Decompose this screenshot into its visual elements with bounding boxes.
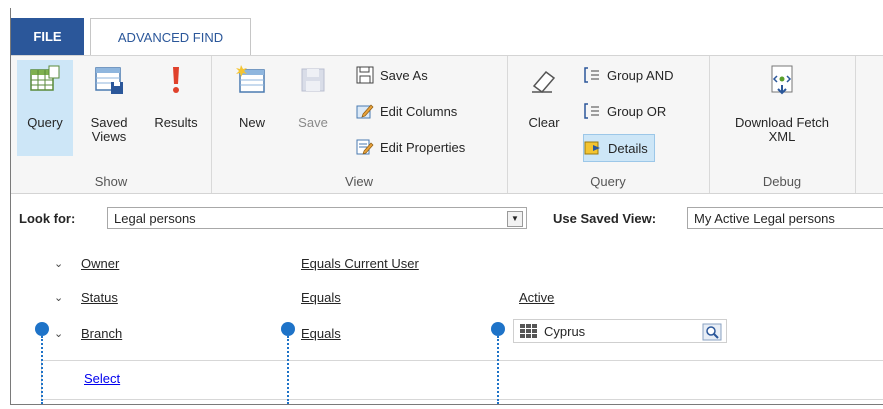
query-label: Query [27, 115, 63, 130]
download-fetch-xml-button[interactable]: Download Fetch XML [715, 60, 849, 156]
saved-views-button[interactable]: Saved Views [79, 60, 139, 156]
group-query-label: Query [590, 174, 626, 189]
eraser-icon [532, 70, 556, 94]
lookup-search-icon[interactable] [702, 323, 722, 341]
details-label: Details [608, 140, 648, 156]
chevron-down-icon[interactable]: ⌄ [54, 291, 66, 304]
look-for-select[interactable]: Legal persons ▼ [107, 207, 527, 229]
save-disk-icon [301, 68, 325, 92]
look-for-label: Look for: [19, 211, 76, 226]
saved-view-value: My Active Legal persons [694, 210, 835, 226]
add-condition-box: Select [41, 360, 883, 400]
details-icon [584, 141, 600, 155]
details-button[interactable]: Details [583, 134, 655, 162]
saved-views-icon [95, 67, 123, 94]
download-fetch-xml-label: Download Fetch XML [735, 115, 829, 144]
callout-dot [491, 322, 505, 336]
save-as-disk-icon [356, 66, 374, 84]
clear-button[interactable]: Clear [521, 60, 567, 156]
saved-views-label: Saved Views [90, 115, 128, 144]
look-for-value: Legal persons [114, 210, 196, 226]
query-button[interactable]: Query [17, 60, 73, 156]
callout-line [287, 336, 289, 404]
group-debug-label: Debug [762, 174, 802, 189]
callout-dot [281, 322, 295, 336]
exclamation-icon [173, 67, 179, 93]
save-as-label: Save As [380, 67, 428, 83]
condition-field[interactable]: Status [81, 290, 118, 305]
callout-line [41, 336, 43, 404]
ribbon: Query Saved Views Results Show New Save … [11, 55, 883, 194]
edit-columns-label: Edit Columns [380, 103, 458, 119]
lookup-value: Cyprus [544, 323, 586, 339]
group-or-icon [584, 103, 599, 119]
group-view: New Save Save As Edit Columns Edit Prope… [211, 56, 508, 193]
save-label: Save [298, 115, 328, 130]
callout-line [497, 336, 499, 404]
clear-label: Clear [528, 115, 560, 130]
results-button[interactable]: Results [145, 60, 207, 156]
condition-field[interactable]: Owner [81, 256, 119, 271]
group-and-button[interactable]: Group AND [583, 62, 673, 88]
condition-operator[interactable]: Equals [301, 290, 341, 305]
condition-row: ⌄ Branch Equals Cyprus [11, 319, 883, 352]
condition-row: ⌄ Status Equals Active [11, 290, 883, 316]
tab-file[interactable]: FILE [11, 18, 84, 55]
tab-advanced-find[interactable]: ADVANCED FIND [90, 18, 251, 55]
callout-dot [35, 322, 49, 336]
new-label: New [238, 115, 265, 130]
edit-properties-label: Edit Properties [380, 139, 466, 155]
group-query: Clear Group AND Group OR Details Query [507, 56, 710, 193]
edit-properties-button[interactable]: Edit Properties [356, 134, 465, 160]
group-show: Query Saved Views Results Show [11, 56, 212, 193]
edit-columns-button[interactable]: Edit Columns [356, 98, 457, 124]
chevron-down-icon[interactable]: ⌄ [54, 327, 66, 340]
condition-field[interactable]: Branch [81, 326, 122, 341]
app-window: FILE ADVANCED FIND Query Saved Views Res… [10, 8, 883, 405]
group-and-icon [584, 67, 599, 83]
look-for-row: Look for: Legal persons ▼ Use Saved View… [11, 207, 883, 233]
condition-value[interactable]: Active [519, 290, 554, 305]
edit-columns-icon [356, 104, 374, 119]
query-grid-icon [30, 65, 60, 91]
group-or-button[interactable]: Group OR [583, 98, 666, 124]
save-as-button[interactable]: Save As [356, 62, 428, 88]
group-show-label: Show [94, 174, 128, 189]
new-button[interactable]: New [227, 60, 277, 156]
edit-properties-icon [356, 139, 374, 155]
group-view-label: View [345, 174, 373, 189]
condition-operator[interactable]: Equals Current User [301, 256, 419, 271]
results-label: Results [154, 115, 198, 130]
new-view-icon [236, 65, 265, 93]
saved-view-label: Use Saved View: [553, 211, 657, 226]
group-debug: Download Fetch XML Debug [709, 56, 856, 193]
saved-view-select[interactable]: My Active Legal persons [687, 207, 883, 229]
chevron-down-icon[interactable]: ⌄ [54, 257, 66, 270]
xml-download-icon [771, 65, 793, 95]
save-button[interactable]: Save [287, 60, 339, 156]
group-or-label: Group OR [607, 103, 667, 119]
dropdown-arrow-icon[interactable]: ▼ [507, 211, 523, 227]
branch-lookup-field[interactable]: Cyprus [513, 319, 727, 343]
entity-grid-icon [520, 324, 537, 338]
ribbon-tabs: FILE ADVANCED FIND [11, 18, 883, 55]
condition-operator[interactable]: Equals [301, 326, 341, 341]
select-field-link[interactable]: Select [84, 371, 120, 386]
condition-row: ⌄ Owner Equals Current User [11, 256, 883, 282]
group-and-label: Group AND [607, 67, 674, 83]
